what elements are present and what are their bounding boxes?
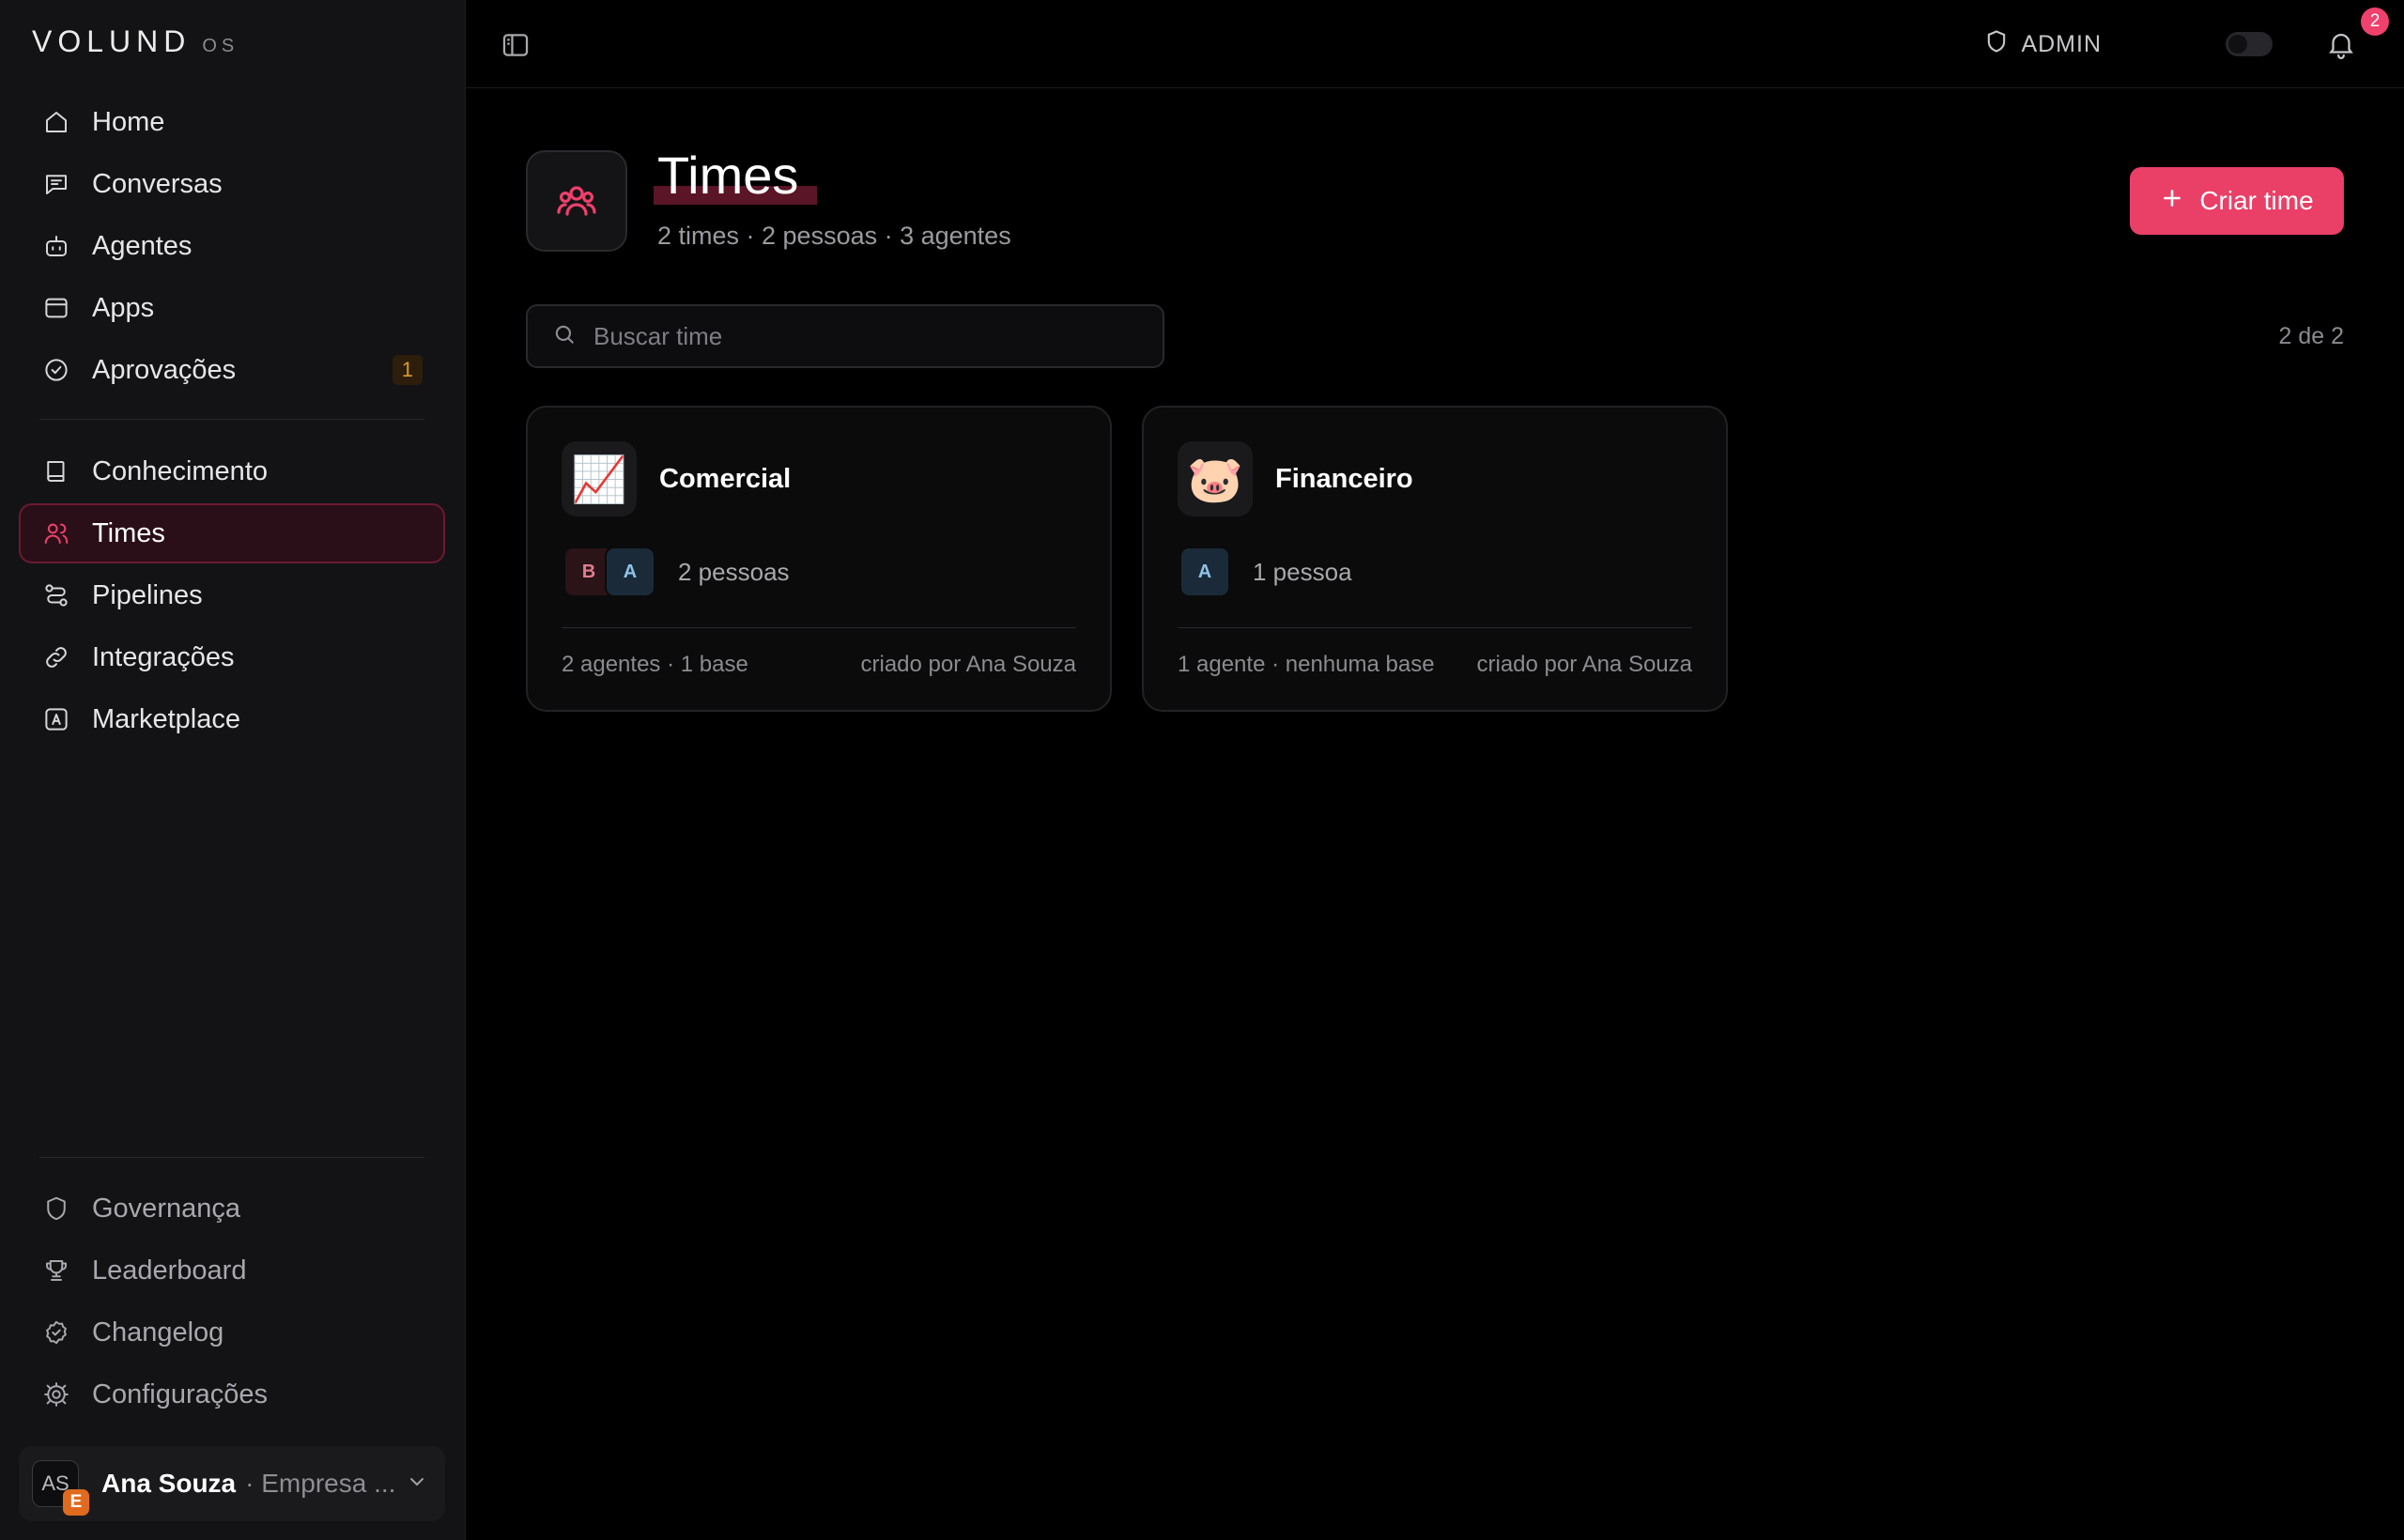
topbar: ADMIN 2 [466, 0, 2404, 88]
team-card-financeiro[interactable]: 🐷 Financeiro A 1 pessoa 1 agente · nenhu… [1142, 406, 1728, 712]
sidebar-item-label: Marketplace [92, 703, 240, 734]
secondary-nav: Conhecimento Times Pipelines Integrações… [19, 441, 445, 751]
sidebar-item-aprovacoes[interactable]: Aprovações 1 [19, 340, 445, 400]
users-icon [41, 518, 71, 548]
sidebar-item-governanca[interactable]: Governança [19, 1178, 445, 1239]
avatar: AS E [32, 1460, 89, 1516]
team-name: Financeiro [1275, 464, 1413, 494]
sidebar-item-integracoes[interactable]: Integrações [19, 627, 445, 687]
sidebar-item-times[interactable]: Times [19, 503, 445, 563]
team-creator: criado por Ana Souza [1476, 652, 1693, 677]
team-emoji-icon: 🐷 [1178, 441, 1253, 516]
logo-suffix: OS [202, 36, 239, 56]
trophy-icon [41, 1255, 71, 1286]
sidebar-divider [39, 419, 424, 420]
sidebar-item-label: Apps [92, 292, 155, 323]
result-count: 2 de 2 [2278, 323, 2344, 349]
sidebar-item-label: Pipelines [92, 579, 203, 610]
sidebar-item-label: Changelog [92, 1317, 224, 1348]
team-members: B A 2 pessoas [563, 547, 790, 597]
home-icon [41, 107, 71, 137]
card-divider [562, 627, 1076, 628]
sidebar-item-label: Aprovações [92, 354, 237, 385]
bot-icon [41, 231, 71, 261]
app-root: VOLUND OS Home Conversas Agentes Apps Ap… [0, 0, 2404, 1540]
sidebar-item-home[interactable]: Home [19, 92, 445, 152]
app-window-icon [41, 293, 71, 323]
plus-icon [2160, 186, 2184, 217]
sidebar-item-label: Configurações [92, 1378, 268, 1409]
sidebar-divider [39, 1157, 424, 1158]
create-team-button[interactable]: Criar time [2130, 167, 2344, 235]
approvals-count-badge: 1 [392, 355, 423, 385]
sidebar-item-label: Leaderboard [92, 1255, 247, 1286]
main-content: ADMIN 2 Times 2 times · 2 pessoas · 3 ag… [466, 0, 2404, 1540]
user-name: Ana Souza [101, 1469, 237, 1498]
team-name: Comercial [659, 464, 792, 494]
check-circle-icon [41, 355, 71, 385]
logo[interactable]: VOLUND OS [32, 24, 239, 59]
sidebar-item-changelog[interactable]: Changelog [19, 1302, 445, 1363]
sidebar-item-marketplace[interactable]: Marketplace [19, 689, 445, 749]
sidebar-item-apps[interactable]: Apps [19, 278, 445, 338]
pipeline-icon [41, 580, 71, 610]
sidebar-item-leaderboard[interactable]: Leaderboard [19, 1240, 445, 1301]
page-title: Times [657, 146, 799, 205]
team-card-comercial[interactable]: 📈 Comercial B A 2 pessoas 2 agentes · 1 … [526, 406, 1112, 712]
sidebar-item-agentes[interactable]: Agentes [19, 216, 445, 276]
chat-icon [41, 169, 71, 199]
theme-toggle[interactable] [2226, 32, 2273, 56]
team-meta: 2 agentes · 1 base [562, 652, 748, 677]
shield-icon [1983, 28, 2010, 61]
sidebar-item-label: Agentes [92, 230, 193, 261]
team-creator: criado por Ana Souza [860, 652, 1077, 677]
link-icon [41, 642, 71, 672]
logo-wordmark: VOLUND [32, 24, 192, 58]
toggle-knob [2228, 35, 2247, 54]
search-icon [552, 322, 577, 351]
user-org: · Empresa ... [245, 1469, 396, 1498]
sidebar-item-pipelines[interactable]: Pipelines [19, 565, 445, 625]
user-menu[interactable]: AS E Ana Souza · Empresa ... [19, 1446, 445, 1521]
workspace-badge: E [63, 1489, 89, 1516]
role-indicator: ADMIN [1983, 28, 2102, 61]
sidebar-item-label: Times [92, 517, 165, 548]
sidebar-item-conhecimento[interactable]: Conhecimento [19, 441, 445, 501]
member-avatar: A [1179, 547, 1230, 597]
bell-icon[interactable] [2325, 28, 2357, 60]
member-avatar: A [605, 547, 655, 597]
page-subtitle: 2 times · 2 pessoas · 3 agentes [657, 222, 1011, 250]
badge-check-icon [41, 1317, 71, 1348]
sidebar: VOLUND OS Home Conversas Agentes Apps Ap… [0, 0, 466, 1540]
search-input[interactable] [593, 321, 1119, 351]
sidebar-item-label: Home [92, 106, 165, 137]
sidebar-toggle-icon[interactable] [500, 29, 532, 61]
member-count: 2 pessoas [678, 557, 790, 586]
notification-count-badge: 2 [2361, 8, 2389, 36]
team-emoji-icon: 📈 [562, 441, 637, 516]
gear-icon [41, 1379, 71, 1409]
shield-icon [41, 1194, 71, 1224]
primary-nav: Home Conversas Agentes Apps Aprovações 1 [19, 92, 445, 402]
chevron-down-icon[interactable] [406, 1471, 428, 1498]
sidebar-item-conversas[interactable]: Conversas [19, 154, 445, 214]
role-label: ADMIN [2021, 31, 2102, 57]
sidebar-item-label: Conversas [92, 168, 223, 199]
sidebar-item-configuracoes[interactable]: Configurações [19, 1364, 445, 1424]
sidebar-item-label: Governança [92, 1193, 240, 1224]
book-icon [41, 456, 71, 486]
team-meta: 1 agente · nenhuma base [1178, 652, 1435, 677]
users-icon [526, 150, 627, 252]
card-divider [1178, 627, 1692, 628]
bottom-nav: Governança Leaderboard Changelog Configu… [19, 1178, 445, 1426]
search-bar [526, 304, 1164, 368]
team-members: A 1 pessoa [1179, 547, 1352, 597]
sidebar-item-label: Integrações [92, 641, 235, 672]
member-count: 1 pessoa [1253, 557, 1352, 586]
create-team-label: Criar time [2199, 186, 2314, 215]
sidebar-item-label: Conhecimento [92, 455, 268, 486]
store-icon [41, 704, 71, 734]
